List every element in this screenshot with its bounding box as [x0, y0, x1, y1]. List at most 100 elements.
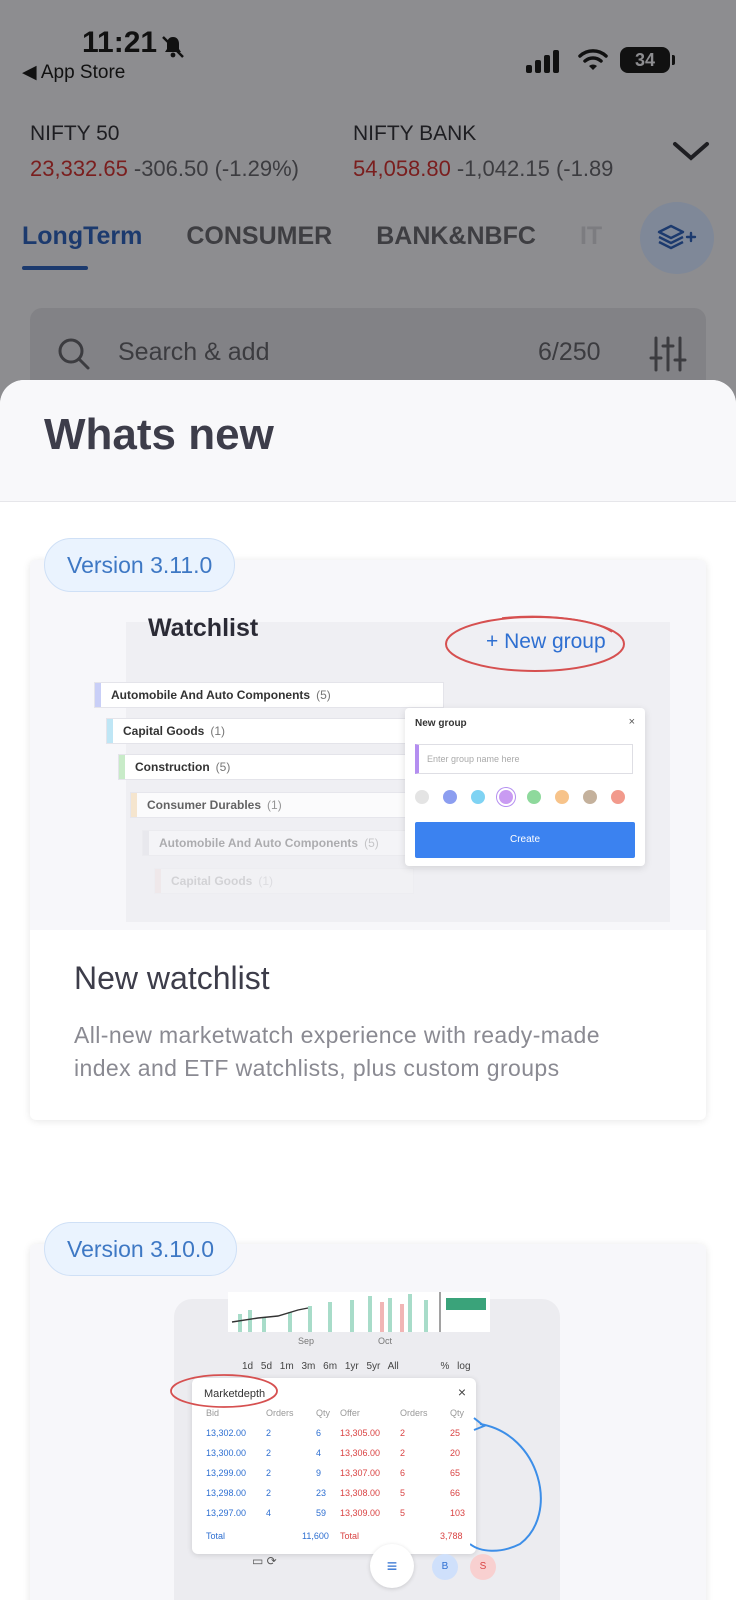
- search-icon: [58, 338, 90, 370]
- table-header: Qty: [450, 1408, 465, 1418]
- index-name: NIFTY BANK: [353, 122, 477, 145]
- curved-arrow: [470, 1417, 542, 1552]
- color-swatch: [499, 790, 513, 804]
- color-swatch: [415, 790, 429, 804]
- index-nifty50[interactable]: NIFTY 50 23,332.65 -306.50 (-1.29%): [30, 122, 299, 182]
- table-cell: 13,307.00: [340, 1468, 381, 1478]
- table-cell: 13,298.00: [206, 1488, 247, 1498]
- release-card-body: New watchlist All-new marketwatch experi…: [30, 930, 706, 1120]
- sell-badge: S: [470, 1554, 496, 1580]
- release-illustration: Sep Oct 1d 5d 1m 3m 6m 1yr 5yr All % log…: [30, 1244, 706, 1600]
- back-to-app-store[interactable]: ◀ App Store: [22, 61, 125, 84]
- color-swatch: [555, 790, 569, 804]
- watchlist-tabs: LongTerm CONSUMER BANK&NBFC IT: [22, 222, 602, 251]
- tab-consumer[interactable]: CONSUMER: [186, 222, 332, 251]
- layers-plus-icon: [657, 224, 697, 250]
- index-change: -306.50 (-1.29%): [133, 156, 299, 181]
- close-icon: ×: [457, 1384, 466, 1400]
- table-header: Offer: [340, 1408, 360, 1418]
- whats-new-sheet: Whats new Version 3.11.0 Watchlist + New…: [0, 380, 736, 1600]
- total-ask-qty: 3,788: [440, 1531, 463, 1541]
- price-chart: [228, 1292, 490, 1332]
- table-cell: 2: [400, 1428, 406, 1438]
- color-swatch: [583, 790, 597, 804]
- total-label: Total: [340, 1531, 360, 1541]
- table-cell: 2: [400, 1448, 406, 1458]
- table-cell: 13,300.00: [206, 1448, 247, 1458]
- table-cell: 2: [266, 1448, 272, 1458]
- group-row: Automobile And Auto Components (5): [142, 830, 412, 856]
- table-cell: 6: [400, 1468, 406, 1478]
- table-cell: 9: [316, 1468, 322, 1478]
- group-row: Consumer Durables (1): [130, 792, 410, 818]
- new-group-popup: New group × Enter group name here Create: [405, 708, 645, 866]
- table-cell: 13,308.00: [340, 1488, 381, 1498]
- table-cell: 13,302.00: [206, 1428, 247, 1438]
- filter-sliders-icon[interactable]: [648, 334, 688, 374]
- toolbar-icons: ▭ ⟳: [252, 1554, 277, 1568]
- version-badge: Version 3.10.0: [44, 1222, 238, 1276]
- range-selector: 1d 5d 1m 3m 6m 1yr 5yr All % log: [242, 1361, 471, 1372]
- table-cell: 13,299.00: [206, 1468, 247, 1478]
- release-card[interactable]: Watchlist + New group Automobile And Aut…: [30, 560, 706, 1120]
- add-watchlist-button[interactable]: [640, 202, 714, 274]
- table-header: Orders: [266, 1408, 294, 1418]
- axis-label: Oct: [378, 1336, 393, 1346]
- table-cell: 5: [400, 1508, 406, 1518]
- bell-muted-icon: [162, 36, 184, 58]
- search-input[interactable]: Search & add: [118, 338, 270, 367]
- release-title: New watchlist: [74, 960, 270, 996]
- table-cell: 23: [316, 1488, 327, 1498]
- table-cell: 2: [266, 1468, 272, 1478]
- table-cell: 2: [266, 1488, 272, 1498]
- total-label: Total: [206, 1531, 226, 1541]
- color-swatch: [443, 790, 457, 804]
- table-cell: 13,309.00: [340, 1508, 381, 1518]
- tab-it[interactable]: IT: [580, 222, 602, 251]
- index-price: 23,332.65: [30, 156, 128, 181]
- group-row: Capital Goods (1): [106, 718, 406, 744]
- new-group-link: + New group: [486, 630, 606, 653]
- color-swatch: [527, 790, 541, 804]
- tab-bank-nbfc[interactable]: BANK&NBFC: [376, 222, 536, 251]
- background-app: 11:21 ◀ App Store 34 NIFTY 50 23,332.65-…: [0, 0, 736, 400]
- table-cell: 6: [316, 1428, 322, 1438]
- status-time: 11:21: [82, 26, 158, 59]
- table-header: Qty: [316, 1408, 331, 1418]
- sheet-title: Whats new: [44, 410, 274, 459]
- table-cell: 13,306.00: [340, 1448, 381, 1458]
- index-price: 54,058.80: [353, 156, 451, 181]
- watchlist-count: 6/250: [538, 338, 601, 366]
- chevron-down-icon[interactable]: [670, 136, 712, 166]
- market-depth-panel: Marketdepth × Bid Orders Qty Offer Orders Qty…: [170, 1374, 476, 1554]
- popup-title: New group: [415, 718, 467, 729]
- close-icon: ×: [628, 716, 635, 728]
- index-name: NIFTY 50: [30, 122, 120, 145]
- table-cell: 66: [450, 1488, 461, 1498]
- sheet-header: Whats new: [0, 380, 736, 502]
- battery-indicator: 34: [620, 47, 675, 73]
- cellular-signal-icon: [526, 50, 559, 73]
- table-header: Bid: [206, 1408, 220, 1418]
- color-swatch: [471, 790, 485, 804]
- table-cell: 4: [266, 1508, 272, 1518]
- table-cell: 13,305.00: [340, 1428, 381, 1438]
- release-card[interactable]: Sep Oct 1d 5d 1m 3m 6m 1yr 5yr All % log…: [30, 1244, 706, 1600]
- table-cell: 5: [400, 1488, 406, 1498]
- wifi-icon: [578, 49, 608, 70]
- table-cell: 20: [450, 1448, 461, 1458]
- group-name-field: Enter group name here: [415, 744, 633, 774]
- group-row: Automobile And Auto Components (5): [94, 682, 444, 708]
- table-cell: 4: [316, 1448, 322, 1458]
- table-header: Orders: [400, 1408, 428, 1418]
- tab-longterm[interactable]: LongTerm: [22, 222, 142, 251]
- index-niftybank[interactable]: NIFTY BANK 54,058.80 -1,042.15 (-1.89: [353, 122, 649, 182]
- group-row: Construction (5): [118, 754, 408, 780]
- table-cell: 65: [450, 1468, 461, 1478]
- table-cell: 103: [450, 1508, 466, 1518]
- group-row: Capital Goods (1): [154, 868, 414, 894]
- index-change: -1,042.15 (-1.89: [456, 156, 614, 181]
- panel-title: Marketdepth: [204, 1388, 266, 1400]
- buy-badge: B: [432, 1554, 458, 1580]
- axis-label: Sep: [298, 1336, 315, 1346]
